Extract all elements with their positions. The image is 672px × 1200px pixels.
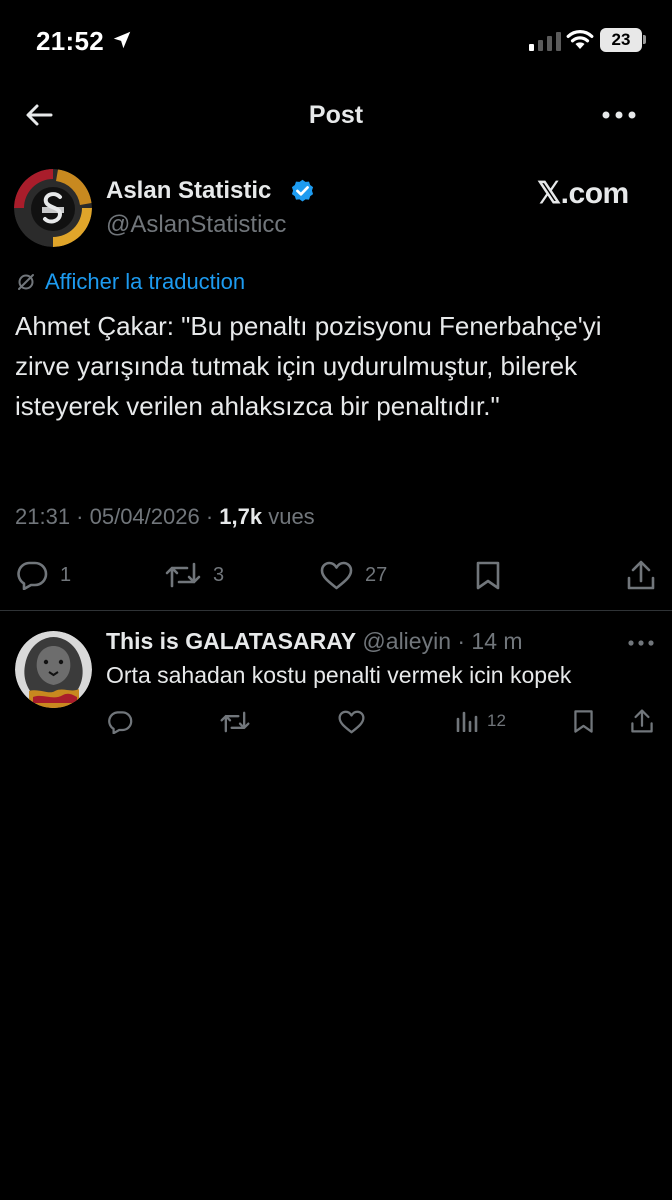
reply-share-button[interactable]	[630, 708, 654, 734]
status-time: 21:52	[36, 26, 104, 56]
repost-count: 3	[213, 563, 225, 586]
more-options-icon[interactable]	[602, 110, 636, 120]
translate-icon	[18, 274, 34, 290]
reply-views-count: 12	[487, 711, 506, 730]
reply-count: 1	[60, 563, 72, 586]
reply-views-button[interactable]: 12	[456, 710, 506, 732]
status-bar: 21:52 23	[0, 0, 672, 80]
repost-button[interactable]: 3	[165, 561, 224, 589]
author-handle[interactable]: @AslanStatisticc	[106, 211, 286, 239]
divider	[0, 610, 672, 611]
like-count: 27	[365, 564, 388, 586]
cellular-signal-icon	[529, 32, 561, 51]
bookmark-icon	[476, 561, 500, 590]
translate-row[interactable]: Afficher la traduction	[16, 268, 245, 296]
reply-button[interactable]: 1	[16, 560, 71, 590]
reply-author-avatar[interactable]	[15, 631, 92, 708]
views-label: vues	[262, 504, 315, 529]
tweet-actions: 1 3 27	[0, 558, 672, 594]
reply-reply-button[interactable]	[107, 710, 133, 734]
bookmark-icon	[574, 710, 593, 733]
reply-icon	[108, 711, 133, 734]
tweet-text: Ahmet Çakar: "Bu penaltı pozisyonu Fener…	[15, 311, 602, 421]
reply-more-options-icon[interactable]	[628, 639, 654, 647]
author-name[interactable]: Aslan Statistic	[106, 177, 271, 205]
reply-icon	[17, 561, 48, 590]
tweet-meta: 21:31 · 05/04/2026 · 1,7k vues	[15, 504, 315, 530]
wifi-icon	[566, 30, 594, 49]
page-title: Post	[308, 101, 364, 129]
like-button[interactable]: 27	[320, 561, 387, 590]
reply-bookmark-button[interactable]	[573, 709, 594, 734]
share-icon	[631, 709, 653, 733]
reply-author-handle[interactable]: @alieyin · 14 m	[356, 628, 522, 654]
reply-actions: 12	[0, 708, 672, 738]
verified-badge-icon[interactable]	[289, 178, 316, 205]
galatasaray-logo-icon	[14, 169, 92, 247]
battery-icon: 23	[600, 28, 642, 52]
author-avatar[interactable]	[14, 169, 92, 247]
bookmark-button[interactable]	[475, 560, 501, 591]
reply-header: This is GALATASARAY @alieyin · 14 m	[106, 628, 523, 655]
views-count: 1,7k	[219, 504, 263, 529]
views-icon	[456, 711, 478, 732]
reply-author-name[interactable]: This is GALATASARAY	[106, 628, 356, 654]
heart-icon	[338, 710, 365, 734]
top-nav-bar: Post	[0, 80, 672, 150]
reply-repost-button[interactable]	[220, 710, 250, 734]
repost-icon	[220, 711, 250, 733]
tweet-timestamp[interactable]: 21:31 · 05/04/2026 ·	[15, 504, 219, 529]
location-arrow-icon	[113, 31, 131, 49]
repost-icon	[165, 562, 201, 588]
heart-icon	[320, 561, 353, 590]
share-button[interactable]	[626, 559, 656, 591]
translate-link[interactable]: Afficher la traduction	[45, 269, 245, 295]
battery-tip	[643, 35, 646, 44]
reply-like-button[interactable]	[338, 710, 365, 734]
reply-text: Orta sahadan kostu penalti vermek icin k…	[106, 662, 572, 688]
source-badge: 𝕏.com	[537, 177, 629, 210]
share-icon	[627, 560, 655, 590]
lion-avatar-icon	[15, 631, 92, 708]
